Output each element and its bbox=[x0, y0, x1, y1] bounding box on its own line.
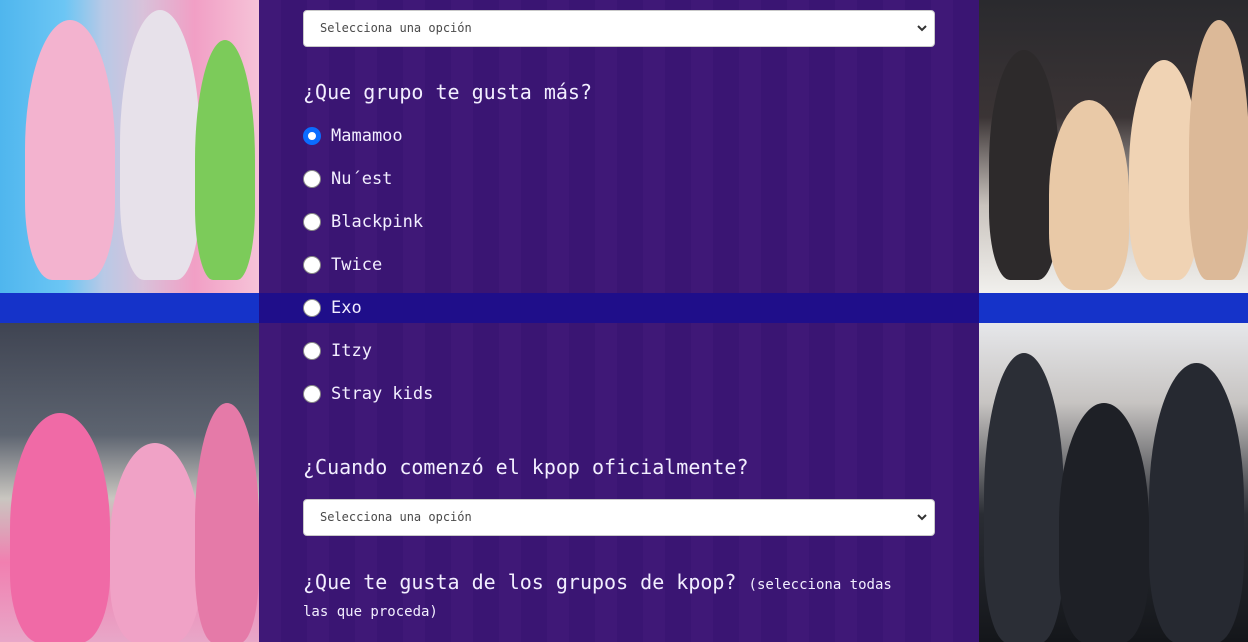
radio-button[interactable] bbox=[303, 170, 321, 188]
radio-button[interactable] bbox=[303, 299, 321, 317]
question-start-title: ¿Cuando comenzó el kpop oficialmente? bbox=[303, 455, 749, 479]
radio-button[interactable] bbox=[303, 385, 321, 403]
photo-bottom-right bbox=[979, 323, 1248, 642]
question-like-hint: (selecciona todas bbox=[748, 577, 892, 593]
radio-button-checked[interactable] bbox=[303, 127, 321, 145]
radio-button[interactable] bbox=[303, 256, 321, 274]
question-like-title: ¿Que te gusta de los grupos de kpop? (se… bbox=[303, 570, 892, 594]
photo-bottom-left bbox=[0, 323, 259, 642]
question-like-text: ¿Que te gusta de los grupos de kpop? bbox=[303, 570, 737, 594]
radio-button[interactable] bbox=[303, 213, 321, 231]
radio-label: Stray kids bbox=[331, 384, 434, 404]
radio-label: Nu´est bbox=[331, 169, 393, 189]
radio-option-twice[interactable]: Twice bbox=[303, 254, 382, 276]
start-select[interactable]: Selecciona una opción bbox=[303, 499, 935, 536]
radio-option-stray-kids[interactable]: Stray kids bbox=[303, 383, 433, 405]
radio-label: Mamamoo bbox=[331, 126, 403, 146]
start-select-value: Selecciona una opción bbox=[320, 510, 472, 524]
radio-label: Twice bbox=[331, 255, 383, 275]
radio-option-exo[interactable]: Exo bbox=[303, 297, 362, 319]
radio-button[interactable] bbox=[303, 342, 321, 360]
chevron-down-icon bbox=[916, 500, 928, 549]
radio-option-blackpink[interactable]: Blackpink bbox=[303, 211, 423, 233]
photo-top-left bbox=[0, 0, 259, 293]
radio-label: Exo bbox=[331, 298, 362, 318]
question-group-title: ¿Que grupo te gusta más? bbox=[303, 80, 592, 104]
top-select-value: Selecciona una opción bbox=[320, 21, 472, 35]
radio-option-mamamoo[interactable]: Mamamoo bbox=[303, 125, 403, 147]
radio-label: Itzy bbox=[331, 341, 372, 361]
radio-label: Blackpink bbox=[331, 212, 424, 232]
chevron-down-icon bbox=[916, 11, 928, 60]
quiz-form: Selecciona una opción ¿Que grupo te gust… bbox=[303, 0, 935, 642]
radio-option-itzy[interactable]: Itzy bbox=[303, 340, 372, 362]
question-like-hint-continued: las que proceda) bbox=[303, 604, 438, 620]
top-select[interactable]: Selecciona una opción bbox=[303, 10, 935, 47]
photo-top-right bbox=[979, 0, 1248, 293]
radio-option-nuest[interactable]: Nu´est bbox=[303, 168, 392, 190]
